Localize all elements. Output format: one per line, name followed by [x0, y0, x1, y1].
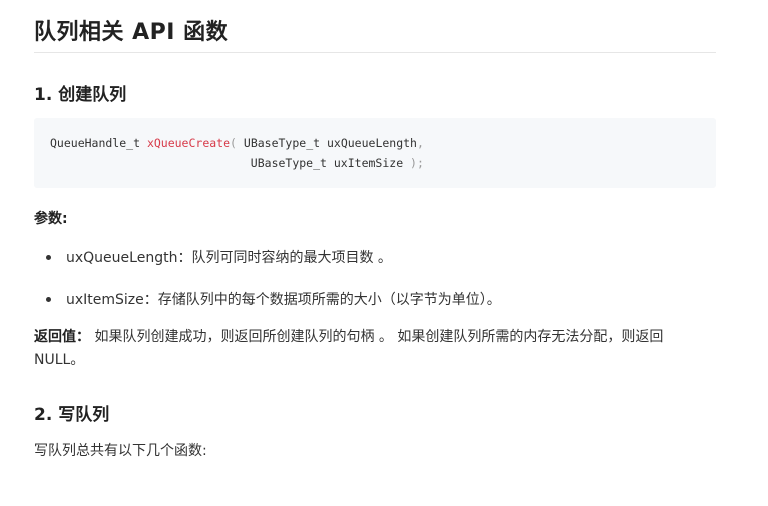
title-divider [34, 52, 716, 53]
param-text: uxItemSize：存储队列中的每个数据项所需的大小（以字节为单位）。 [66, 292, 501, 308]
code-close-paren: ); [403, 156, 424, 170]
return-text: 如果队列创建成功，则返回所创建队列的句柄 。 如果创建队列所需的内存无法分配，则… [34, 329, 664, 368]
section-heading-create-queue: 1. 创建队列 [34, 85, 127, 105]
code-param-1: UBaseType_t uxQueueLength [243, 136, 417, 150]
code-return-type: QueueHandle_t [50, 136, 147, 150]
bullet-icon [46, 297, 51, 302]
code-param-2: UBaseType_t uxItemSize [250, 156, 404, 170]
return-label: 返回值： [34, 329, 90, 345]
return-value-paragraph: 返回值： 如果队列创建成功，则返回所创建队列的句柄 。 如果创建队列所需的内存无… [34, 326, 716, 372]
code-function-name: xQueueCreate [146, 136, 231, 150]
write-queue-intro: 写队列总共有以下几个函数: [34, 443, 207, 459]
params-label: 参数: [34, 211, 68, 227]
code-line-1: QueueHandle_t xQueueCreate( UBaseType_t … [50, 136, 424, 150]
code-open-paren: ( [230, 136, 244, 150]
param-text: uxQueueLength：队列可同时容纳的最大项目数 。 [66, 250, 392, 266]
bullet-icon [46, 255, 51, 260]
section-heading-write-queue: 2. 写队列 [34, 405, 110, 425]
code-comma: , [416, 136, 424, 150]
code-block: QueueHandle_t xQueueCreate( UBaseType_t … [34, 118, 716, 188]
code-line-2: UBaseType_t uxItemSize ); [50, 156, 424, 170]
page-title: 队列相关 API 函数 [34, 20, 229, 45]
